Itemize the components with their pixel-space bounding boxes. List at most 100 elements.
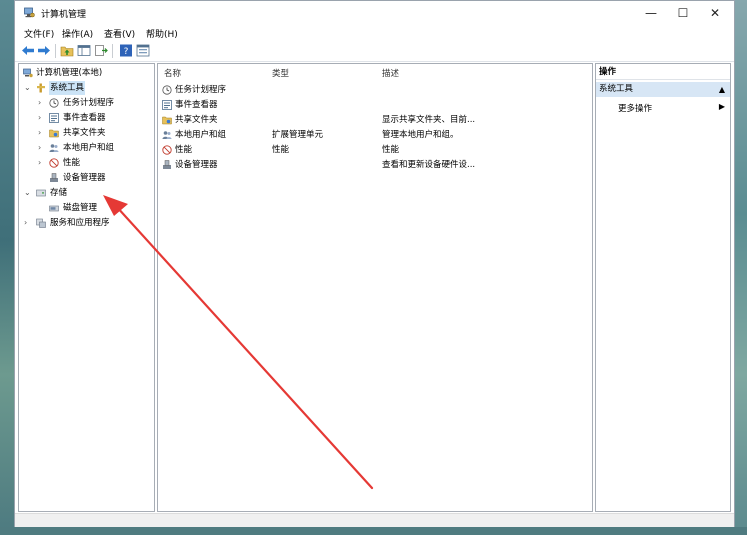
list-item-name: 本地用户和组 xyxy=(175,130,227,140)
window-title: 计算机管理 xyxy=(41,10,87,20)
more-actions-item[interactable]: 更多操作 xyxy=(618,102,652,114)
chevron-right-icon[interactable]: › xyxy=(38,141,46,155)
tree-item-computer-management[interactable]: 计算机管理(本地) xyxy=(21,66,151,80)
forward-icon[interactable] xyxy=(37,44,51,57)
title-bar: 计算机管理 — ☐ ✕ xyxy=(15,1,734,25)
toolbar: ? xyxy=(15,41,734,62)
status-bar xyxy=(15,513,734,527)
tree-item-event-viewer[interactable]: › 事件查看器 xyxy=(21,111,151,125)
toolbar-separator xyxy=(112,44,113,58)
show-hide-tree-icon[interactable] xyxy=(77,44,91,57)
tree-label: 计算机管理(本地) xyxy=(36,68,103,78)
list-item[interactable]: 设备管理器 查看和更新设备硬件设... xyxy=(162,158,587,172)
submenu-arrow-icon: ▶ xyxy=(718,102,725,111)
desktop-right-edge xyxy=(735,0,747,535)
svg-text:?: ? xyxy=(124,47,129,57)
back-icon[interactable] xyxy=(21,44,35,57)
tree-label: 设备管理器 xyxy=(63,173,106,183)
tree-label: 性能 xyxy=(63,158,81,168)
list-item-name: 性能 xyxy=(175,145,193,155)
tree-item-local-users-groups[interactable]: › 本地用户和组 xyxy=(21,141,151,155)
list-item[interactable]: 本地用户和组 扩展管理单元 管理本地用户和组。 xyxy=(162,128,587,142)
desktop-left-edge xyxy=(0,0,14,535)
list-item-description: 性能 xyxy=(382,145,400,155)
export-icon[interactable] xyxy=(94,44,108,57)
menu-file[interactable]: 文件(F) xyxy=(24,27,54,40)
event-viewer-icon xyxy=(49,113,59,123)
chevron-right-icon[interactable]: › xyxy=(38,111,46,125)
list-item-type: 性能 xyxy=(272,145,290,155)
tree-label: 本地用户和组 xyxy=(63,143,115,153)
actions-pane: 操作 系统工具 ▲ 更多操作 ▶ xyxy=(595,63,731,512)
desktop-bottom-edge xyxy=(0,527,747,535)
tree-item-system-tools[interactable]: ⌄ 系统工具 xyxy=(21,81,151,95)
tree-label: 任务计划程序 xyxy=(63,98,115,108)
list-item-description: 管理本地用户和组。 xyxy=(382,130,459,140)
list-item[interactable]: 事件查看器 xyxy=(162,98,587,112)
close-button[interactable]: ✕ xyxy=(698,3,732,23)
system-tools-icon xyxy=(37,83,45,93)
list-item[interactable]: 任务计划程序 xyxy=(162,83,587,97)
tree-label: 系统工具 xyxy=(49,81,86,95)
column-header-type[interactable]: 类型 xyxy=(272,67,289,79)
column-header-name[interactable]: 名称 xyxy=(164,67,181,79)
toolbar-separator xyxy=(55,44,56,58)
tree-item-services-applications[interactable]: › 服务和应用程序 xyxy=(21,216,151,230)
performance-icon xyxy=(162,145,172,155)
event-viewer-icon xyxy=(162,100,172,110)
clock-icon xyxy=(49,98,59,108)
navigation-tree-pane: 计算机管理(本地) ⌄ 系统工具 › 任务计划程序 › 事件查看器 › 共享文件… xyxy=(18,63,155,512)
up-folder-icon[interactable] xyxy=(60,44,74,57)
storage-icon xyxy=(36,189,46,197)
device-manager-icon xyxy=(163,160,171,169)
chevron-right-icon[interactable]: › xyxy=(38,96,46,110)
tree-item-shared-folders[interactable]: › 共享文件夹 xyxy=(21,126,151,140)
services-icon xyxy=(36,218,46,228)
list-item[interactable]: 性能 性能 性能 xyxy=(162,143,587,157)
content-list-pane: 名称 类型 描述 任务计划程序 事件查看器 共享文件夹 显示共享文件夹、目前..… xyxy=(157,63,593,512)
tree-label: 磁盘管理 xyxy=(63,203,98,213)
computer-management-icon xyxy=(24,7,35,18)
tree-item-device-manager[interactable]: 设备管理器 xyxy=(21,171,151,185)
actions-section-system-tools[interactable]: 系统工具 ▲ xyxy=(596,82,730,97)
column-header-description[interactable]: 描述 xyxy=(382,67,399,79)
device-manager-icon xyxy=(50,173,58,182)
list-item-description: 显示共享文件夹、目前... xyxy=(382,115,476,125)
tree-item-storage[interactable]: ⌄ 存储 xyxy=(21,186,151,200)
list-item-type: 扩展管理单元 xyxy=(272,130,324,140)
chevron-down-icon[interactable]: ⌄ xyxy=(24,81,32,95)
chevron-down-icon[interactable]: ⌄ xyxy=(24,186,32,200)
help-icon[interactable]: ? xyxy=(119,44,133,57)
list-item-description: 查看和更新设备硬件设... xyxy=(382,160,476,170)
chevron-right-icon[interactable]: › xyxy=(38,126,46,140)
maximize-button[interactable]: ☐ xyxy=(666,3,700,23)
list-item-name: 共享文件夹 xyxy=(175,115,218,125)
tree-label: 事件查看器 xyxy=(63,113,106,123)
menu-action[interactable]: 操作(A) xyxy=(62,27,93,40)
collapse-up-icon[interactable]: ▲ xyxy=(719,82,725,97)
disk-management-icon xyxy=(49,205,59,212)
list-item-name: 任务计划程序 xyxy=(175,85,227,95)
list-item[interactable]: 共享文件夹 显示共享文件夹、目前... xyxy=(162,113,587,127)
properties-icon[interactable] xyxy=(136,44,150,57)
chevron-right-icon[interactable]: › xyxy=(24,216,32,230)
menu-help[interactable]: 帮助(H) xyxy=(146,27,178,40)
tree-label: 存储 xyxy=(50,188,68,198)
minimize-button[interactable]: — xyxy=(634,3,668,23)
computer-management-icon xyxy=(23,68,33,78)
actions-section-label: 系统工具 xyxy=(599,84,634,94)
tree-item-disk-management[interactable]: 磁盘管理 xyxy=(21,201,151,215)
tree-item-performance[interactable]: › 性能 xyxy=(21,156,151,170)
chevron-right-icon[interactable]: › xyxy=(38,156,46,170)
tree-item-task-scheduler[interactable]: › 任务计划程序 xyxy=(21,96,151,110)
computer-management-window: 计算机管理 — ☐ ✕ 文件(F) 操作(A) 查看(V) 帮助(H) ? 计算… xyxy=(14,0,735,527)
list-item-name: 事件查看器 xyxy=(175,100,218,110)
performance-icon xyxy=(49,158,59,168)
shared-folder-icon xyxy=(162,116,172,125)
shared-folder-icon xyxy=(49,129,59,138)
users-icon xyxy=(162,131,172,139)
menu-view[interactable]: 查看(V) xyxy=(104,27,135,40)
list-item-name: 设备管理器 xyxy=(175,160,218,170)
clock-icon xyxy=(162,85,172,95)
tree-label: 共享文件夹 xyxy=(63,128,106,138)
